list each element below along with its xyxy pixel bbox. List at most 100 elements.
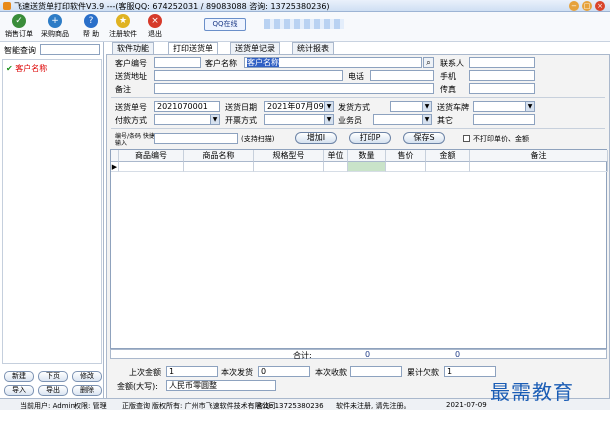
owed-label: 累计欠款 bbox=[407, 368, 439, 377]
cust-name-label: 客户名称 bbox=[205, 59, 237, 68]
smart-query-label: 智能查询 bbox=[4, 46, 36, 55]
last-amount-label: 上次金额 bbox=[129, 368, 161, 377]
sales-icon: ✓ bbox=[12, 14, 26, 28]
purchase-button[interactable]: + 采购商品 bbox=[38, 13, 72, 41]
address-label: 送货地址 bbox=[115, 72, 147, 81]
goods-grid[interactable]: 商品编号 商品名称 规格型号 单位 数量 售价 金额 备注 ▶ bbox=[110, 149, 608, 349]
this-ship-label: 本次发货 bbox=[221, 368, 253, 377]
grid-cell[interactable] bbox=[184, 162, 254, 172]
help-icon: ? bbox=[84, 14, 98, 28]
minimize-button[interactable]: − bbox=[569, 1, 579, 11]
status-phone: 咨询: 13725380236 bbox=[256, 402, 324, 410]
contact-label: 联系人 bbox=[440, 59, 464, 68]
col-header[interactable]: 规格型号 bbox=[254, 150, 324, 162]
tab-statistics[interactable]: 统计报表 bbox=[292, 42, 334, 54]
help-button[interactable]: ? 帮 助 bbox=[74, 13, 108, 41]
modify-button[interactable]: 修改 bbox=[72, 371, 102, 382]
cust-name-input[interactable]: 客户名称 bbox=[244, 57, 422, 68]
close-button[interactable]: × bbox=[595, 1, 605, 11]
maximize-button[interactable]: □ bbox=[582, 1, 592, 11]
qq-online-button[interactable]: QQ在线 bbox=[204, 18, 246, 31]
search-icon[interactable]: ⌕ bbox=[423, 57, 434, 68]
plate-select[interactable]: ▼ bbox=[473, 101, 535, 112]
row-header-corner bbox=[111, 150, 119, 162]
col-header[interactable]: 售价 bbox=[386, 150, 426, 162]
print-button[interactable]: 打印P bbox=[349, 132, 391, 144]
note-label: 备注 bbox=[115, 85, 131, 94]
ship-select[interactable]: ▼ bbox=[390, 101, 432, 112]
ship-label: 发货方式 bbox=[338, 103, 370, 112]
grid-cell[interactable] bbox=[119, 162, 184, 172]
export-button[interactable]: 导出 bbox=[38, 385, 68, 396]
col-header[interactable]: 数量 bbox=[348, 150, 386, 162]
new-button[interactable]: 新建 bbox=[4, 371, 34, 382]
cust-no-input[interactable] bbox=[154, 57, 201, 68]
col-header[interactable]: 金额 bbox=[426, 150, 470, 162]
status-edition: 正版查询 bbox=[122, 402, 150, 410]
delete-button[interactable]: 删除 bbox=[72, 385, 102, 396]
fax-input[interactable] bbox=[469, 83, 535, 94]
date-input[interactable]: 2021年07月09日 ▼ bbox=[264, 101, 334, 112]
grid-cell[interactable] bbox=[426, 162, 470, 172]
chevron-down-icon[interactable]: ▼ bbox=[324, 115, 333, 124]
code-input[interactable] bbox=[154, 133, 238, 144]
chevron-down-icon[interactable]: ▼ bbox=[422, 115, 431, 124]
tab-features[interactable]: 软件功能 bbox=[112, 42, 154, 54]
window-title: 飞速送货单打印软件V3.9 ---(客服QQ: 674252031 / 8908… bbox=[14, 2, 330, 11]
phone-label: 电话 bbox=[348, 72, 364, 81]
mobile-input[interactable] bbox=[469, 70, 535, 81]
grid-cell[interactable] bbox=[254, 162, 324, 172]
grid-cell[interactable] bbox=[386, 162, 426, 172]
noprint-checkbox[interactable] bbox=[463, 135, 470, 142]
status-date: 2021-07-09 bbox=[446, 401, 487, 409]
total-qty: 0 bbox=[365, 350, 371, 359]
status-reg: 软件未注册, 请先注册。 bbox=[336, 402, 411, 410]
tab-print-delivery[interactable]: 打印送货单 bbox=[168, 42, 218, 54]
order-no-label: 送货单号 bbox=[115, 103, 147, 112]
col-header[interactable]: 商品名称 bbox=[184, 150, 254, 162]
chevron-down-icon[interactable]: ▼ bbox=[422, 102, 431, 111]
pay-label: 付款方式 bbox=[115, 116, 147, 125]
this-recv-input[interactable] bbox=[350, 366, 402, 377]
sales-order-button[interactable]: ✓ 销售订单 bbox=[2, 13, 36, 41]
chevron-down-icon[interactable]: ▼ bbox=[525, 102, 534, 111]
other-input[interactable] bbox=[473, 114, 535, 125]
grid-cell[interactable] bbox=[324, 162, 348, 172]
note-input[interactable] bbox=[154, 83, 434, 94]
address-input[interactable] bbox=[154, 70, 343, 81]
smart-query-input[interactable] bbox=[40, 44, 100, 55]
tab-delivery-records[interactable]: 送货单记录 bbox=[230, 42, 280, 54]
blurred-banner bbox=[264, 19, 344, 29]
col-header[interactable]: 备注 bbox=[470, 150, 608, 162]
totals-row: 合计: 0 0 bbox=[110, 349, 607, 360]
plate-label: 送货车牌 bbox=[437, 103, 469, 112]
col-header[interactable]: 商品编号 bbox=[119, 150, 184, 162]
app-icon bbox=[3, 2, 11, 10]
exit-button[interactable]: × 退出 bbox=[138, 13, 172, 41]
register-button[interactable]: ★ 注册软件 bbox=[106, 13, 140, 41]
last-amount-input[interactable]: 1 bbox=[166, 366, 218, 377]
grid-cell[interactable] bbox=[348, 162, 386, 172]
phone-input[interactable] bbox=[370, 70, 434, 81]
salesman-select[interactable]: ▼ bbox=[373, 114, 432, 125]
mobile-label: 手机 bbox=[440, 72, 456, 81]
next-page-button[interactable]: 下页 bbox=[38, 371, 68, 382]
invoice-select[interactable]: ▼ bbox=[264, 114, 334, 125]
pay-select[interactable]: ▼ bbox=[154, 114, 220, 125]
upper-amount-label: 金额(大写): bbox=[117, 382, 158, 391]
add-button[interactable]: 增加I bbox=[295, 132, 337, 144]
grid-cell[interactable] bbox=[470, 162, 608, 172]
status-role: 权限: 管理 bbox=[74, 402, 107, 410]
customer-tree[interactable]: ✔ 客户名称 bbox=[2, 59, 102, 364]
import-button[interactable]: 导入 bbox=[4, 385, 34, 396]
chevron-down-icon[interactable]: ▼ bbox=[324, 102, 333, 111]
owed-input[interactable]: 1 bbox=[444, 366, 496, 377]
upper-amount-input: 人民币零圆整 bbox=[166, 380, 276, 391]
col-header[interactable]: 单位 bbox=[324, 150, 348, 162]
chevron-down-icon[interactable]: ▼ bbox=[210, 115, 219, 124]
this-ship-input[interactable]: 0 bbox=[258, 366, 310, 377]
save-button[interactable]: 保存S bbox=[403, 132, 445, 144]
order-no-input[interactable]: 2021070001 bbox=[154, 101, 220, 112]
tree-root[interactable]: ✔ 客户名称 bbox=[6, 63, 47, 74]
contact-input[interactable] bbox=[469, 57, 535, 68]
